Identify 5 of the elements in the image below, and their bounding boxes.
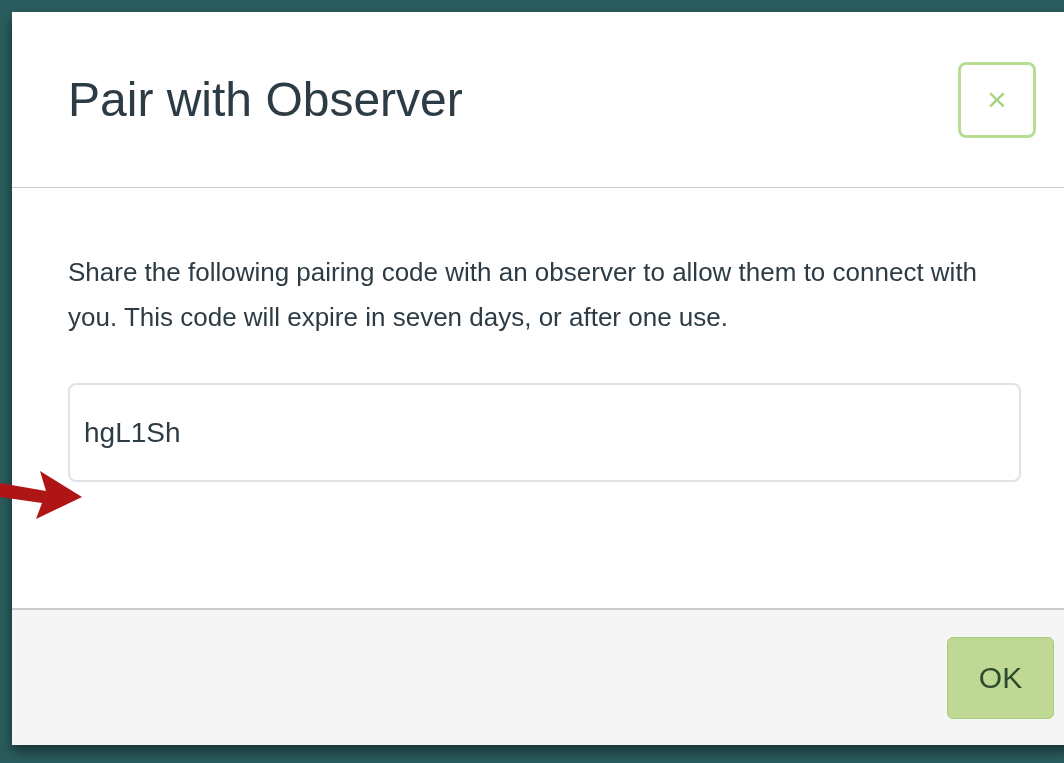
arrow-icon: [0, 471, 82, 519]
dialog-title: Pair with Observer: [68, 71, 463, 128]
pairing-instructions: Share the following pairing code with an observer to allow them to connect with you. This code will expire in seven days, or after one use.: [68, 256, 979, 334]
pairing-code-field[interactable]: hgL1Sh: [68, 383, 1021, 482]
ok-button[interactable]: OK: [947, 636, 1054, 719]
